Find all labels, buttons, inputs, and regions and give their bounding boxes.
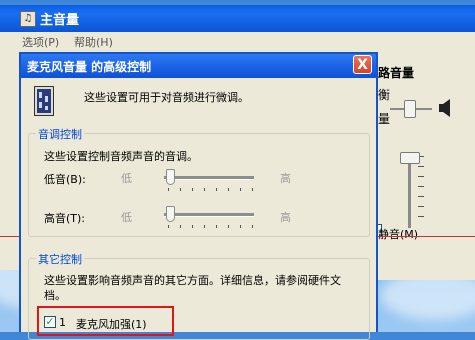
other-controls-description: 这些设置影响音频声音的其它方面。详细信息，请参阅硬件文 [44, 274, 341, 287]
bass-slider-thumb[interactable] [166, 169, 175, 185]
volume-ticks [418, 156, 424, 226]
treble-high-label: 高 [280, 211, 291, 224]
treble-label: 高音(T): [44, 212, 86, 225]
line-volume-column [378, 50, 475, 280]
tone-control-legend: 音调控制 [36, 126, 84, 142]
treble-slider-ticks [168, 225, 258, 228]
treble-slider-thumb[interactable] [166, 206, 175, 222]
dialog-description: 这些设置可用于对音频进行微调。 [84, 91, 249, 104]
tone-control-description: 这些设置控制音频声音的音调。 [44, 150, 198, 163]
bass-low-label: 低 [121, 172, 132, 185]
speaker-app-icon: ♫ [20, 11, 36, 27]
mixer-settings-icon [34, 86, 54, 119]
other-controls-description-cont: 档。 [44, 289, 66, 302]
other-controls-legend: 其它控制 [36, 251, 84, 267]
treble-low-label: 低 [121, 211, 132, 224]
bass-high-label: 高 [280, 172, 291, 185]
bass-slider-track [164, 176, 254, 180]
main-menu-bar: 选项(P) 帮助(H) [0, 32, 475, 50]
bass-label: 低音(B): [44, 173, 86, 186]
balance-slider-thumb[interactable] [404, 100, 416, 118]
menu-options[interactable]: 选项(P) [22, 34, 59, 50]
volume-slider-thumb[interactable] [400, 152, 420, 164]
volume-label: 量 [378, 112, 391, 126]
line-volume-partial-title: 路音量 [378, 66, 415, 80]
main-window-title: 主音量 [40, 13, 80, 28]
dialog-title: 麦克风音量 的高级控制 [27, 60, 152, 74]
treble-slider-track [164, 213, 254, 217]
menu-help[interactable]: 帮助(H) [74, 34, 113, 50]
close-button[interactable]: X [353, 55, 372, 74]
bass-slider-ticks [168, 188, 258, 191]
speaker-icon [438, 98, 452, 121]
balance-label: 衡 [378, 88, 391, 102]
mute-label: 静音(M) [378, 228, 419, 241]
